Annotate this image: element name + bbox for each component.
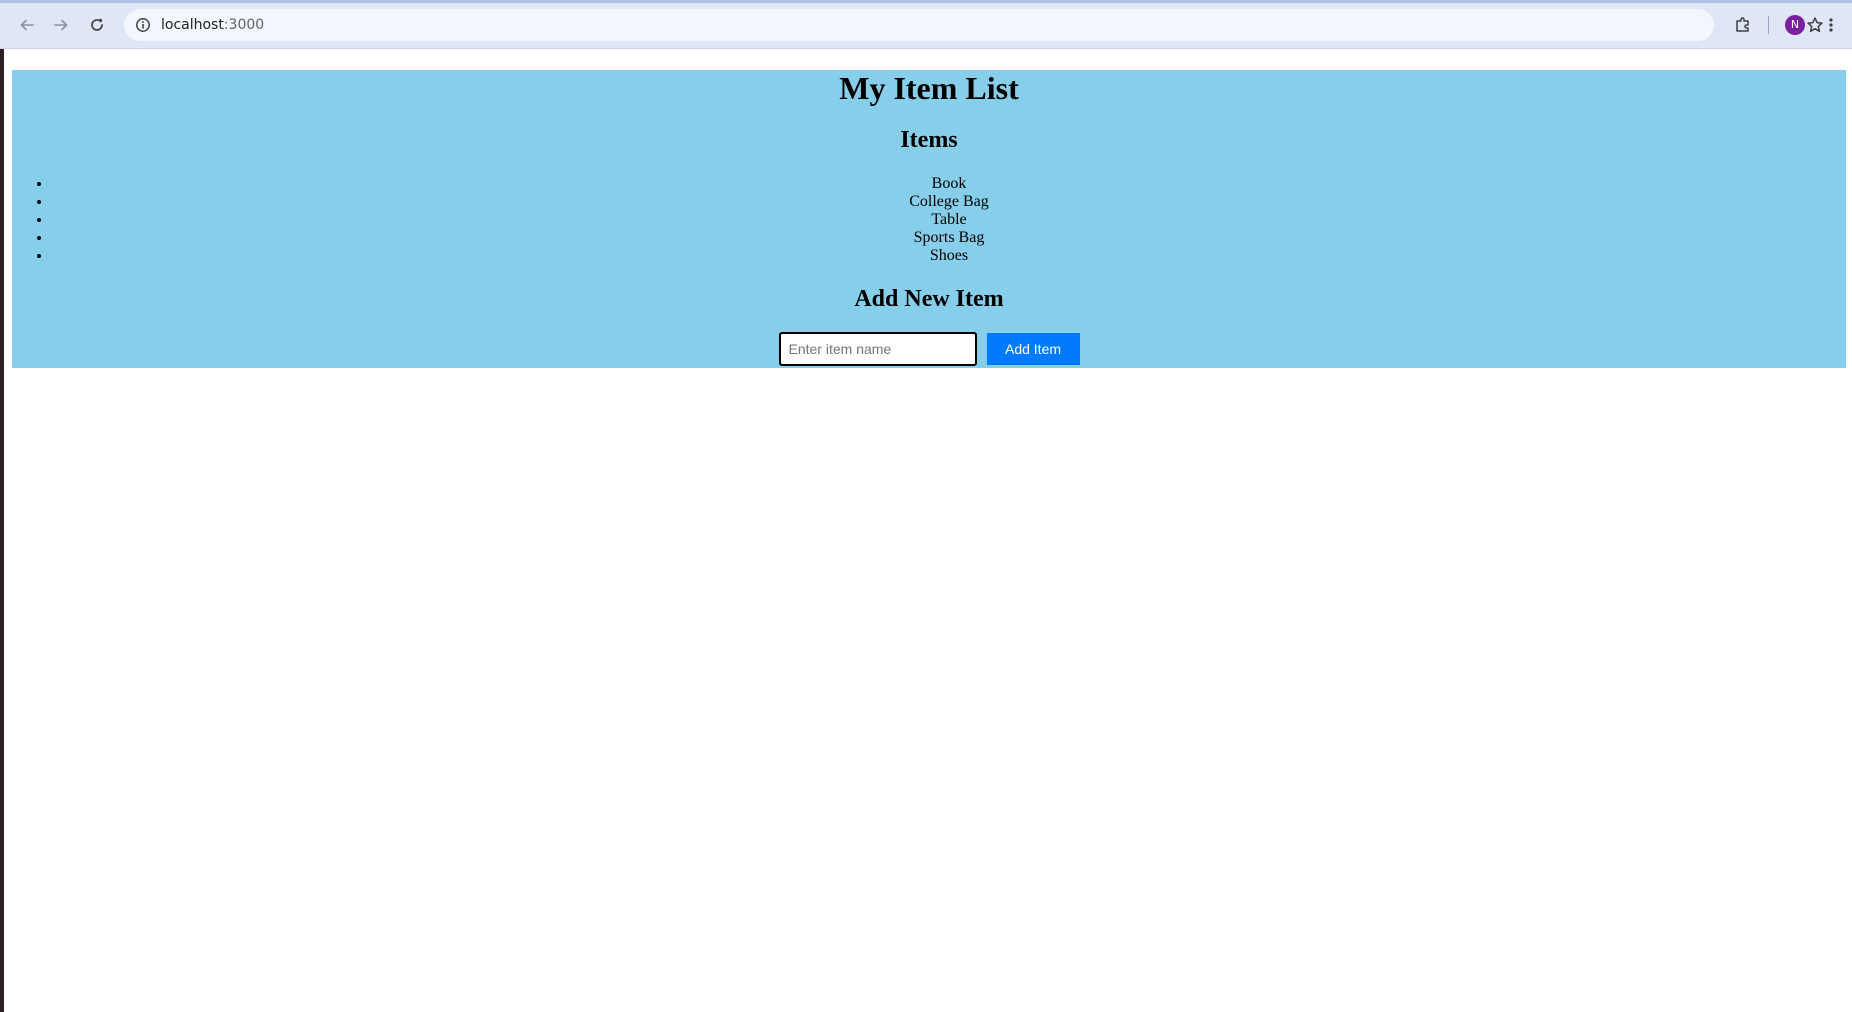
page-title: My Item List (839, 70, 1019, 106)
page-viewport: My Item List Items Book College Bag Tabl… (4, 49, 1852, 1012)
add-item-form: Add Item (12, 332, 1846, 366)
list-item: Book (52, 175, 1846, 193)
add-item-button[interactable]: Add Item (986, 333, 1080, 365)
item-list: Book College Bag Table Sports Bag Shoes (12, 175, 1846, 265)
list-item: Table (52, 211, 1846, 229)
list-item: Sports Bag (52, 229, 1846, 247)
reload-icon (91, 18, 103, 31)
item-list-app: My Item List Items Book College Bag Tabl… (12, 70, 1846, 368)
reload-button[interactable] (84, 12, 110, 38)
forward-arrow-icon (54, 19, 68, 31)
toolbar-divider (1768, 16, 1769, 34)
forward-button[interactable] (48, 12, 74, 38)
list-item: College Bag (52, 193, 1846, 211)
kebab-menu-icon (1829, 18, 1833, 32)
url-port: :3000 (223, 17, 265, 33)
back-arrow-icon (20, 19, 34, 31)
site-info-button[interactable] (132, 14, 154, 36)
list-item: Shoes (52, 247, 1846, 265)
browser-toolbar: localhost:3000 N (0, 0, 1852, 49)
extensions-button[interactable] (1730, 12, 1756, 38)
url-text[interactable]: localhost:3000 (161, 16, 264, 34)
profile-avatar[interactable]: N (1785, 15, 1805, 35)
browser-menu-button[interactable] (1818, 12, 1844, 38)
site-info-icon (136, 18, 150, 32)
tab-strip-edge (0, 0, 1852, 3)
extensions-icon (1736, 17, 1749, 32)
items-heading: Items (900, 127, 958, 153)
item-name-input[interactable] (778, 332, 977, 366)
url-host: localhost (161, 17, 224, 33)
back-button[interactable] (14, 12, 40, 38)
add-item-heading: Add New Item (854, 286, 1004, 312)
address-bar[interactable]: localhost:3000 (124, 9, 1823, 41)
